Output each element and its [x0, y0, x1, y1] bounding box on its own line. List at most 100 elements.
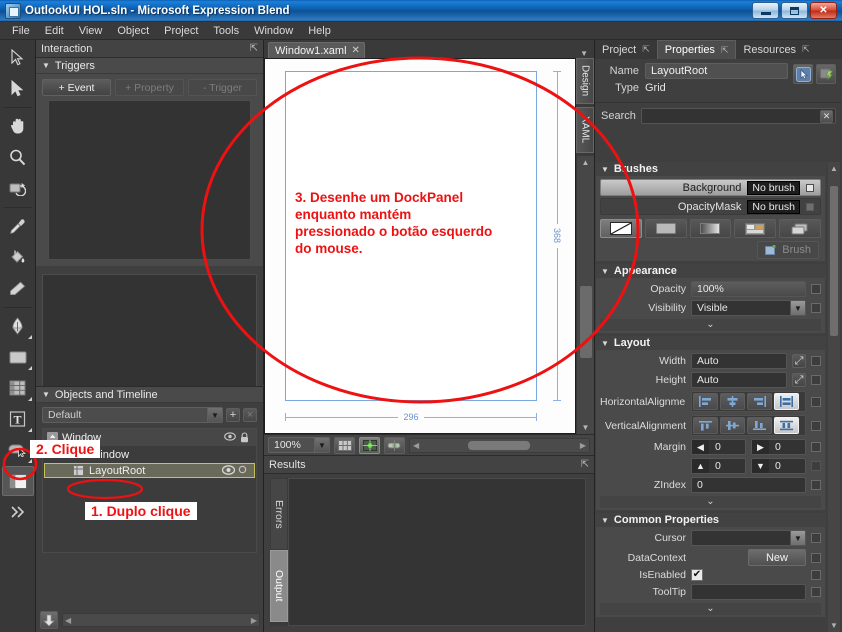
storyboard-picker[interactable]: Default ▼	[42, 407, 223, 423]
tab-project[interactable]: Project ⇱	[595, 40, 657, 59]
properties-scrollbar[interactable]: ▲ ▼	[828, 162, 840, 632]
eye-icon[interactable]	[221, 465, 236, 476]
margin-top-input[interactable]: ▲ 0	[691, 458, 746, 474]
menu-file[interactable]: File	[5, 23, 37, 39]
tab-window1-xaml[interactable]: Window1.xaml ✕	[268, 42, 365, 58]
layout-expand-toggle[interactable]: ⌄	[600, 496, 821, 508]
auto-size-icon[interactable]: ⤢	[792, 354, 806, 368]
expand-panel-icon[interactable]: ⇱	[581, 459, 589, 470]
objects-panel-header[interactable]: ▼ Objects and Timeline	[36, 387, 263, 403]
add-event-trigger-button[interactable]: + Event	[42, 79, 111, 96]
down-arrow-icon[interactable]: ▼	[830, 621, 838, 630]
button-tool[interactable]	[2, 435, 34, 465]
align-left-icon[interactable]	[693, 393, 718, 410]
left-arrow-icon[interactable]: ◀	[413, 441, 419, 450]
triggers-group-header[interactable]: ▼ Triggers	[36, 58, 263, 74]
align-vstretch-icon[interactable]	[774, 417, 799, 434]
triggers-list[interactable]	[48, 100, 251, 260]
layout-header[interactable]: ▼ Layout	[595, 336, 826, 350]
selection-tool[interactable]	[2, 42, 34, 72]
tile-brush-swatch[interactable]	[734, 219, 777, 238]
align-top-icon[interactable]	[693, 417, 718, 434]
expand-panel-icon[interactable]: ⇱	[250, 43, 258, 54]
align-bottom-icon[interactable]	[747, 417, 772, 434]
zindex-input[interactable]: 0	[691, 477, 806, 493]
menu-object[interactable]: Object	[110, 23, 156, 39]
tab-xaml[interactable]: XAML	[576, 107, 594, 153]
solid-color-brush-swatch[interactable]	[644, 219, 687, 238]
down-arrow-icon[interactable]	[40, 611, 58, 629]
tab-output[interactable]: Output	[270, 550, 288, 622]
chevron-down-icon[interactable]: ▼	[314, 438, 329, 452]
scrollbar-thumb[interactable]	[468, 440, 530, 450]
width-input[interactable]: Auto	[691, 353, 787, 369]
chevron-down-icon[interactable]: ▼	[580, 49, 588, 58]
eye-icon[interactable]	[224, 432, 236, 443]
paint-bucket-tool[interactable]	[2, 242, 34, 272]
make-brush-resource-button[interactable]: Brush	[757, 241, 819, 259]
align-stretch-icon[interactable]	[774, 393, 799, 410]
margin-bottom-input[interactable]: ▼ 0	[751, 458, 806, 474]
isenabled-advanced-icon[interactable]	[811, 570, 821, 580]
brushes-header[interactable]: ▼ Brushes	[595, 162, 826, 176]
visibility-advanced-icon[interactable]	[811, 303, 821, 313]
cursor-advanced-icon[interactable]	[811, 533, 821, 543]
dockpanel-tool[interactable]	[1, 466, 34, 496]
expand-panel-icon[interactable]: ⇱	[721, 45, 729, 56]
snap-to-gridlines-button[interactable]	[359, 436, 380, 454]
grid-tool[interactable]	[2, 373, 34, 403]
opacitymask-advanced-icon[interactable]	[806, 202, 814, 211]
margin-advanced-icon[interactable]	[811, 442, 821, 452]
align-middle-icon[interactable]	[720, 417, 745, 434]
artboard-vertical-scrollbar[interactable]: ▲ ▼	[576, 156, 594, 434]
auto-size-icon[interactable]: ⤢	[792, 373, 806, 387]
tab-properties[interactable]: Properties ⇱	[656, 40, 737, 59]
opacity-advanced-icon[interactable]	[811, 284, 821, 294]
down-arrow-icon[interactable]: ▼	[582, 423, 590, 432]
isenabled-checkbox[interactable]: ✔	[691, 569, 703, 581]
zoom-level-combo[interactable]: 100% ▼	[268, 437, 330, 453]
scrollbar-thumb[interactable]	[830, 186, 838, 336]
pen-tool[interactable]	[2, 311, 34, 341]
menu-help[interactable]: Help	[301, 23, 338, 39]
edit-style-button[interactable]	[793, 64, 813, 84]
lock-icon[interactable]	[240, 432, 251, 443]
tab-errors[interactable]: Errors	[270, 478, 288, 550]
assets-tool[interactable]	[2, 497, 34, 527]
expand-panel-icon[interactable]: ⇱	[802, 44, 810, 55]
opacity-input[interactable]: 100%	[691, 281, 806, 297]
eyedropper-tool[interactable]	[2, 211, 34, 241]
datacontext-new-button[interactable]: New	[748, 549, 806, 566]
design-artboard[interactable]: 296 368 3. Desenhe um DockPanel enquanto…	[264, 58, 576, 434]
valign-advanced-icon[interactable]	[811, 420, 821, 431]
lock-open-icon[interactable]	[238, 465, 249, 476]
menu-project[interactable]: Project	[157, 23, 205, 39]
scrollbar-thumb[interactable]	[580, 286, 592, 358]
direct-selection-tool[interactable]	[2, 73, 34, 103]
height-input[interactable]: Auto	[691, 372, 787, 388]
trigger-actions-list[interactable]	[42, 274, 257, 404]
menu-tools[interactable]: Tools	[206, 23, 246, 39]
opacitymask-brush-row[interactable]: OpacityMask No brush	[600, 198, 821, 215]
name-input[interactable]: LayoutRoot	[645, 63, 788, 79]
text-tool[interactable]: T	[2, 404, 34, 434]
up-arrow-icon[interactable]: ▲	[582, 158, 590, 167]
camera-orbit-tool[interactable]	[2, 173, 34, 203]
align-right-icon[interactable]	[747, 393, 772, 410]
edit-template-button[interactable]	[816, 64, 836, 84]
tab-resources[interactable]: Resources ⇱	[736, 40, 816, 59]
show-grid-button[interactable]	[334, 436, 355, 454]
maximize-button[interactable]	[781, 2, 808, 19]
halign-advanced-icon[interactable]	[811, 396, 821, 407]
zindex-advanced-icon[interactable]	[811, 480, 821, 490]
rectangle-tool[interactable]	[2, 342, 34, 372]
chevron-down-icon[interactable]: ▼	[790, 301, 805, 315]
brush-transform-tool[interactable]	[2, 273, 34, 303]
close-icon[interactable]: ✕	[352, 45, 360, 56]
width-advanced-icon[interactable]	[811, 356, 821, 366]
objects-horizontal-scrollbar[interactable]: ◀ ▶	[62, 613, 260, 627]
margin-left-input[interactable]: ◀ 0	[691, 439, 746, 455]
artboard-horizontal-scrollbar[interactable]: ◀ ▶	[409, 437, 590, 453]
common-properties-header[interactable]: ▼ Common Properties	[595, 513, 826, 527]
results-content[interactable]	[288, 478, 586, 626]
